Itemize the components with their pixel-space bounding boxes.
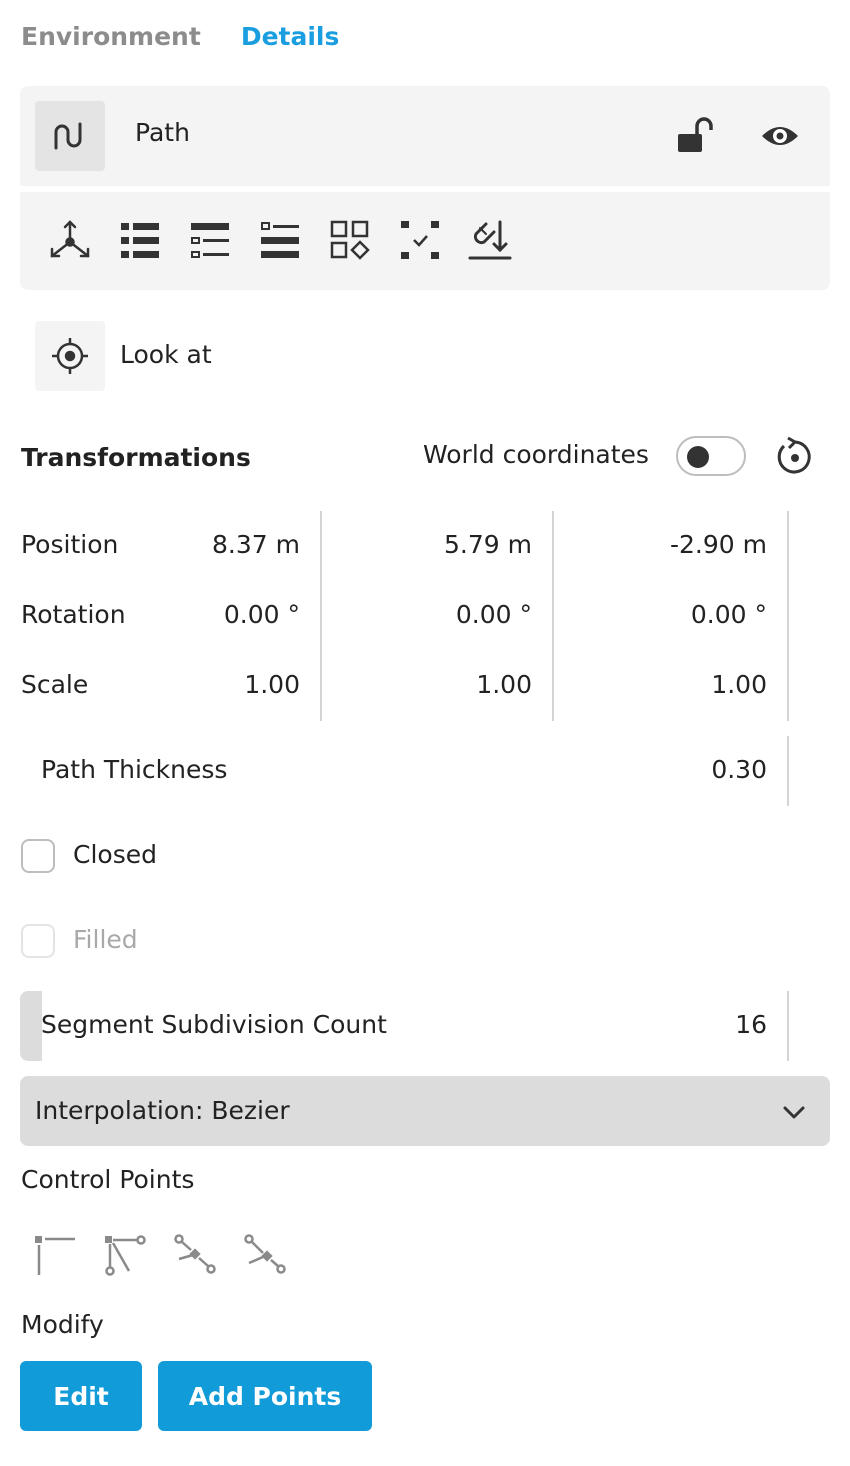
modify-title: Modify xyxy=(21,1310,104,1339)
tab-details[interactable]: Details xyxy=(241,22,340,58)
object-header: Path xyxy=(20,86,830,186)
transformations-title: Transformations xyxy=(21,443,251,472)
path-thickness-label: Path Thickness xyxy=(41,755,228,784)
tab-environment[interactable]: Environment xyxy=(21,22,201,58)
edit-button[interactable]: Edit xyxy=(20,1361,142,1431)
rotation-label: Rotation xyxy=(21,600,126,629)
reset-transform-icon[interactable] xyxy=(774,436,816,478)
world-coordinates-toggle[interactable] xyxy=(676,436,746,476)
toggle-knob xyxy=(687,446,709,468)
list-outline-icon[interactable] xyxy=(187,217,233,263)
look-at-button[interactable] xyxy=(35,321,105,391)
position-x-value[interactable]: 8.37 m xyxy=(160,530,300,559)
column-divider xyxy=(320,511,322,721)
closed-label: Closed xyxy=(73,840,157,869)
list-icon[interactable] xyxy=(117,217,163,263)
transform-gizmo-icon[interactable] xyxy=(47,217,93,263)
scale-label: Scale xyxy=(21,670,89,699)
path-thickness-value[interactable]: 0.30 xyxy=(600,755,767,784)
add-points-button[interactable]: Add Points xyxy=(158,1361,372,1431)
column-divider xyxy=(552,511,554,721)
smooth-handle-icon[interactable] xyxy=(172,1232,218,1278)
filled-label: Filled xyxy=(73,925,138,954)
interpolation-label: Interpolation: Bezier xyxy=(35,1096,290,1125)
segment-subdivision-divider xyxy=(787,991,789,1061)
interpolation-dropdown[interactable]: Interpolation: Bezier xyxy=(20,1076,830,1146)
path-icon[interactable] xyxy=(35,101,105,171)
segment-subdivision-value[interactable]: 16 xyxy=(600,1010,767,1039)
unlock-icon[interactable] xyxy=(675,116,715,156)
tool-panel xyxy=(20,192,830,290)
control-points-title: Control Points xyxy=(21,1165,195,1194)
aligned-handle-icon[interactable] xyxy=(242,1232,288,1278)
eye-icon[interactable] xyxy=(758,116,802,156)
checklist-icon[interactable] xyxy=(257,217,303,263)
segment-subdivision-slider-fill[interactable] xyxy=(20,991,42,1061)
object-name: Path xyxy=(135,118,190,147)
rotation-y-value[interactable]: 0.00 ° xyxy=(380,600,532,629)
chevron-down-icon xyxy=(780,1098,808,1126)
corner-point-icon[interactable] xyxy=(32,1232,78,1278)
bezier-point-icon[interactable] xyxy=(102,1232,148,1278)
world-coordinates-label: World coordinates xyxy=(423,440,649,469)
segment-subdivision-label: Segment Subdivision Count xyxy=(41,1010,387,1039)
rotation-z-value[interactable]: 0.00 ° xyxy=(600,600,767,629)
grid-shapes-icon[interactable] xyxy=(327,217,373,263)
rotation-x-value[interactable]: 0.00 ° xyxy=(160,600,300,629)
closed-checkbox[interactable] xyxy=(21,839,55,873)
look-at-label: Look at xyxy=(120,340,212,369)
path-thickness-divider xyxy=(787,736,789,806)
position-label: Position xyxy=(21,530,119,559)
filled-checkbox[interactable] xyxy=(21,924,55,958)
position-y-value[interactable]: 5.79 m xyxy=(380,530,532,559)
tab-bar: Environment Details xyxy=(21,22,339,58)
scale-x-value[interactable]: 1.00 xyxy=(160,670,300,699)
scale-z-value[interactable]: 1.00 xyxy=(600,670,767,699)
scale-y-value[interactable]: 1.00 xyxy=(380,670,532,699)
position-z-value[interactable]: -2.90 m xyxy=(600,530,767,559)
select-points-icon[interactable] xyxy=(397,217,443,263)
snap-down-icon[interactable] xyxy=(467,217,513,263)
column-divider xyxy=(787,511,789,721)
